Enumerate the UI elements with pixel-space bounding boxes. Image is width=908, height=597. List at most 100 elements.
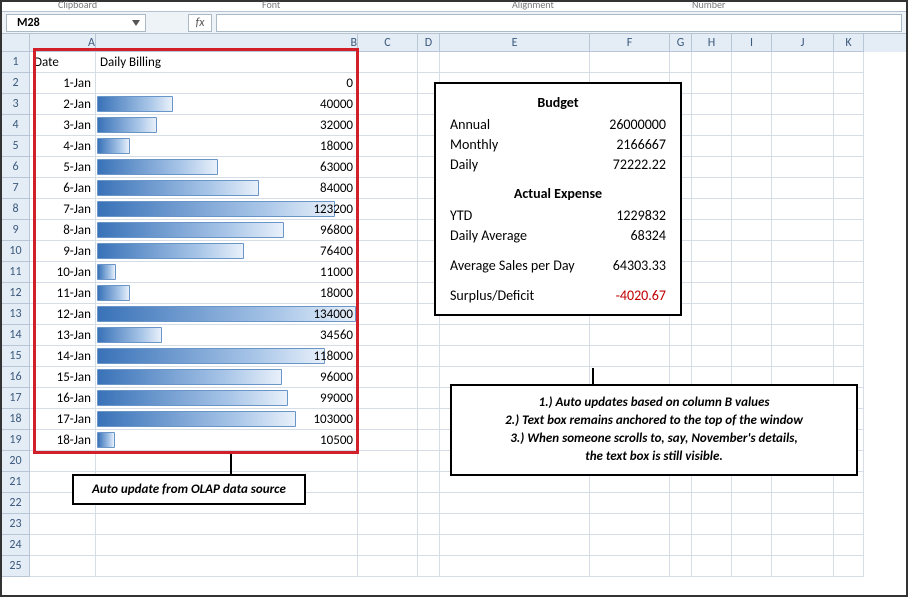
databar-cell[interactable]: 34560	[96, 325, 358, 346]
cell[interactable]	[358, 283, 418, 304]
row-header[interactable]: 20	[2, 451, 30, 472]
row-header[interactable]: 2	[2, 73, 30, 94]
cell[interactable]	[358, 220, 418, 241]
formula-bar[interactable]	[216, 14, 902, 32]
cell[interactable]	[358, 451, 418, 472]
cell[interactable]	[834, 556, 864, 577]
row-header[interactable]: 6	[2, 157, 30, 178]
cell[interactable]	[692, 283, 732, 304]
cell[interactable]	[670, 325, 692, 346]
cell[interactable]	[692, 136, 732, 157]
cell[interactable]	[358, 304, 418, 325]
cell[interactable]	[732, 304, 772, 325]
cell[interactable]	[692, 178, 732, 199]
databar-cell[interactable]: 11000	[96, 262, 358, 283]
cell[interactable]	[772, 94, 834, 115]
cell[interactable]	[834, 241, 864, 262]
col-header-H[interactable]: H	[692, 34, 732, 52]
cell[interactable]	[96, 556, 358, 577]
cell[interactable]	[772, 73, 834, 94]
row-header[interactable]: 14	[2, 325, 30, 346]
cell[interactable]	[418, 472, 440, 493]
cell[interactable]	[590, 514, 670, 535]
cell[interactable]	[692, 514, 732, 535]
cell[interactable]	[358, 388, 418, 409]
cell[interactable]	[358, 178, 418, 199]
cell[interactable]	[670, 52, 692, 73]
cell[interactable]	[772, 262, 834, 283]
col-header-A[interactable]: A	[30, 34, 96, 52]
row-header[interactable]: 9	[2, 220, 30, 241]
cell[interactable]	[358, 535, 418, 556]
cell[interactable]	[732, 241, 772, 262]
cell[interactable]	[772, 220, 834, 241]
cell[interactable]	[834, 157, 864, 178]
cell[interactable]	[834, 283, 864, 304]
cell[interactable]	[358, 472, 418, 493]
date-cell[interactable]: 2-Jan	[30, 94, 96, 115]
cell[interactable]	[834, 325, 864, 346]
cell[interactable]	[772, 178, 834, 199]
cell[interactable]	[440, 52, 590, 73]
cell[interactable]	[418, 514, 440, 535]
cell[interactable]	[772, 325, 834, 346]
col-header-K[interactable]: K	[834, 34, 864, 52]
cell[interactable]	[732, 325, 772, 346]
cell[interactable]	[590, 346, 670, 367]
databar-cell[interactable]: 18000	[96, 283, 358, 304]
cell[interactable]	[834, 535, 864, 556]
cell[interactable]	[772, 241, 834, 262]
cell[interactable]	[834, 346, 864, 367]
header-billing[interactable]: Daily Billing	[96, 52, 358, 73]
databar-cell[interactable]: 18000	[96, 136, 358, 157]
cell[interactable]	[670, 346, 692, 367]
row-header[interactable]: 19	[2, 430, 30, 451]
cell[interactable]	[670, 556, 692, 577]
databar-cell[interactable]: 0	[96, 73, 358, 94]
row-header[interactable]: 21	[2, 472, 30, 493]
cell[interactable]	[30, 556, 96, 577]
row-header[interactable]: 23	[2, 514, 30, 535]
cell[interactable]	[692, 115, 732, 136]
cell[interactable]	[440, 514, 590, 535]
cell[interactable]	[772, 493, 834, 514]
cell[interactable]	[418, 535, 440, 556]
cell[interactable]	[732, 346, 772, 367]
cell[interactable]	[670, 535, 692, 556]
cell[interactable]	[834, 262, 864, 283]
cell[interactable]	[358, 325, 418, 346]
cell[interactable]	[732, 52, 772, 73]
cell[interactable]	[772, 136, 834, 157]
cell[interactable]	[692, 262, 732, 283]
cell[interactable]	[732, 262, 772, 283]
cell[interactable]	[772, 199, 834, 220]
date-cell[interactable]: 7-Jan	[30, 199, 96, 220]
cell[interactable]	[834, 199, 864, 220]
cell[interactable]	[772, 52, 834, 73]
cell[interactable]	[418, 556, 440, 577]
cell[interactable]	[834, 514, 864, 535]
budget-text-box[interactable]: Budget Annual26000000 Monthly2166667 Dai…	[434, 82, 682, 316]
cell[interactable]	[358, 94, 418, 115]
date-cell[interactable]: 6-Jan	[30, 178, 96, 199]
databar-cell[interactable]: 96800	[96, 220, 358, 241]
cell[interactable]	[732, 136, 772, 157]
cell[interactable]	[834, 94, 864, 115]
databar-cell[interactable]: 103000	[96, 409, 358, 430]
cell[interactable]	[692, 52, 732, 73]
cell[interactable]	[418, 409, 440, 430]
col-header-C[interactable]: C	[358, 34, 418, 52]
cell[interactable]	[692, 325, 732, 346]
cell[interactable]	[96, 451, 358, 472]
row-header[interactable]: 17	[2, 388, 30, 409]
date-cell[interactable]: 1-Jan	[30, 73, 96, 94]
cell[interactable]	[440, 556, 590, 577]
databar-cell[interactable]: 40000	[96, 94, 358, 115]
cell[interactable]	[590, 493, 670, 514]
cell[interactable]	[418, 325, 440, 346]
cell[interactable]	[418, 388, 440, 409]
row-header[interactable]: 12	[2, 283, 30, 304]
cell[interactable]	[732, 556, 772, 577]
cell[interactable]	[692, 304, 732, 325]
databar-cell[interactable]: 84000	[96, 178, 358, 199]
